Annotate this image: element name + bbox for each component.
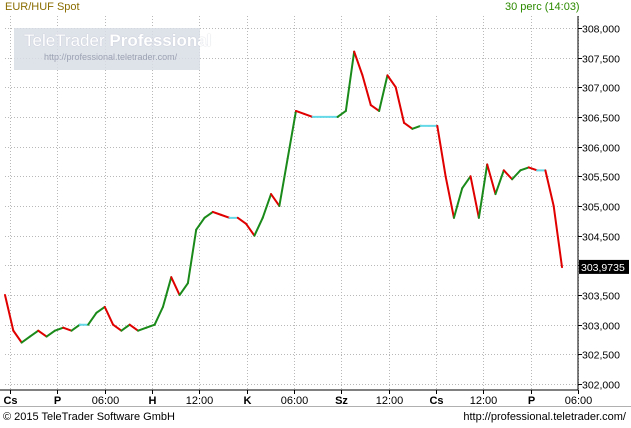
footer-url: http://professional.teletrader.com/: [463, 411, 626, 423]
watermark-brand: TeleTrader Professional: [24, 31, 211, 51]
y-tick-label: 304,500: [582, 232, 620, 244]
watermark-brand-bold: Professional: [109, 31, 212, 50]
y-tick-label: 303,000: [582, 321, 620, 333]
y-tick-label: 305,000: [582, 202, 620, 214]
y-tick-label: 306,500: [582, 113, 620, 125]
footer: © 2015 TeleTrader Software GmbH http://p…: [0, 406, 631, 428]
y-axis: 302,000302,500303,000303,500304,000304,5…: [578, 24, 620, 392]
last-price-marker: 303,9735: [579, 259, 629, 274]
plot-area: [5, 16, 578, 390]
last-price-label: 303,9735: [581, 262, 625, 274]
watermark: TeleTrader Professional http://professio…: [14, 28, 211, 70]
y-tick-label: 302,000: [582, 380, 620, 392]
y-tick-label: 305,500: [582, 172, 620, 184]
x-axis: Cs P 06:00 H 12:00 K 06:00 Sz 12:00 Cs 12:00 P 06:00: [3, 390, 592, 407]
y-tick-label: 302,500: [582, 350, 620, 362]
watermark-brand-light: TeleTrader: [24, 31, 110, 50]
symbol-label: EUR/HUF Spot: [5, 1, 80, 13]
copyright-text: © 2015 TeleTrader Software GmbH: [3, 411, 175, 423]
y-tick-label: 303,500: [582, 291, 620, 303]
interval-label: 30 perc (14:03): [505, 1, 580, 13]
y-tick-label: 308,000: [582, 24, 620, 36]
y-tick-label: 307,000: [582, 83, 620, 95]
watermark-url: http://professional.teletrader.com/: [44, 52, 178, 62]
y-tick-label: 307,500: [582, 54, 620, 66]
y-tick-label: 306,000: [582, 143, 620, 155]
